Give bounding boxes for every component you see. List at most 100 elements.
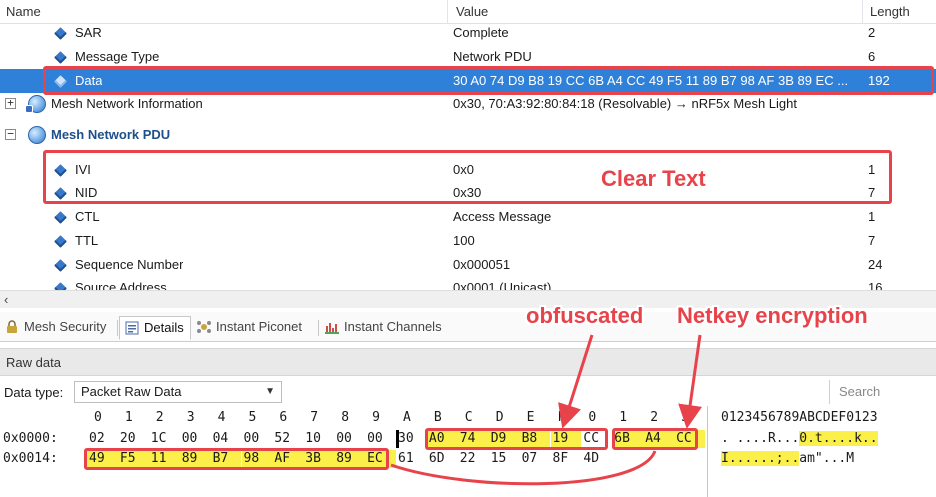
hex-byte[interactable]: 15 — [489, 450, 513, 468]
tree-row-mesh-network-pdu[interactable]: − Mesh Network PDU — [0, 123, 936, 147]
expand-icon[interactable]: + — [5, 97, 16, 109]
ascii-line: . ....R...0.t....k.. — [721, 430, 878, 448]
row-name: SAR — [75, 25, 102, 40]
hex-byte[interactable]: 1C — [149, 430, 173, 448]
tab-divider — [318, 320, 319, 336]
data-type-label: Data type: — [4, 385, 64, 400]
hex-column-header: 6 — [279, 410, 288, 425]
tab-label: Details — [144, 320, 184, 335]
row-value: 0x30, 70:A3:92:80:84:18 (Resolvable) → n… — [453, 96, 797, 111]
obfuscated-callout: obfuscated — [526, 303, 644, 328]
hex-byte[interactable]: 8F — [551, 450, 575, 468]
hex-column-header: D — [495, 410, 504, 425]
tab-instant-channels[interactable]: Instant Channels — [320, 316, 448, 340]
ascii-text: am"...M — [799, 451, 855, 466]
field-icon — [54, 282, 67, 290]
hex-column-header: 9 — [372, 410, 380, 425]
tree-row-source-address[interactable]: Source Address 0x0001 (Unicast) 16 — [0, 276, 936, 290]
data-type-select[interactable]: Packet Raw Data ▼ — [74, 381, 282, 403]
scroll-left-icon[interactable]: ‹ — [4, 291, 8, 309]
hex-byte[interactable]: 22 — [458, 450, 482, 468]
channels-chart-icon — [325, 323, 339, 334]
hex-column-header: 3 — [681, 410, 689, 425]
hex-column-header: 4 — [217, 410, 226, 425]
hex-byte[interactable]: 30 — [396, 430, 420, 448]
collapse-icon[interactable]: − — [5, 128, 16, 140]
field-icon — [54, 259, 67, 272]
hex-column-header: F — [557, 410, 566, 425]
search-input[interactable]: Search — [829, 380, 936, 404]
row-name: Mesh Network Information — [51, 96, 203, 111]
tab-label: Instant Piconet — [216, 319, 302, 334]
row-name: Sequence Number — [75, 257, 184, 272]
row-value: 0x000051 — [453, 257, 511, 272]
obfuscated-box — [425, 428, 608, 450]
ascii-column-header: 0123456789ABCDEF0123 — [721, 410, 878, 425]
padlock-icon — [7, 320, 17, 333]
row-length: 24 — [868, 257, 883, 272]
piconet-icon — [197, 321, 211, 333]
globe-lock-icon — [25, 95, 46, 113]
field-icon — [54, 211, 67, 224]
hex-column-header: 1 — [124, 410, 133, 425]
hex-byte[interactable]: 00 — [334, 430, 358, 448]
row-name: TTL — [75, 233, 99, 248]
hex-byte[interactable]: 10 — [303, 430, 327, 448]
tree-row-mesh-network-information[interactable]: + Mesh Network Information 0x30, 70:A3:9… — [0, 92, 936, 116]
row-value: 0x0001 (Unicast) — [453, 280, 552, 290]
hex-byte[interactable]: 61 — [396, 450, 420, 468]
lock-icon — [25, 105, 33, 113]
hex-byte[interactable]: 6D — [427, 450, 451, 468]
hex-column-header: 2 — [650, 410, 659, 425]
hex-byte[interactable]: 04 — [211, 430, 235, 448]
hex-column-header: A — [403, 410, 411, 425]
hex-column-header: E — [526, 410, 535, 425]
tree-row-sequence-number[interactable]: Sequence Number 0x000051 24 — [0, 253, 936, 277]
field-icon — [54, 235, 67, 248]
data-row-highlight-box — [43, 66, 934, 95]
globe-icon — [28, 126, 46, 144]
text-cursor — [396, 430, 399, 448]
row-name: CTL — [75, 209, 100, 224]
hex-column-header: 2 — [155, 410, 164, 425]
tab-divider — [117, 320, 118, 336]
hex-byte[interactable]: 00 — [242, 430, 266, 448]
hex-byte[interactable]: 00 — [180, 430, 204, 448]
hex-column-header: C — [464, 410, 473, 425]
row-name: Source Address — [75, 280, 167, 290]
field-icon — [54, 51, 67, 64]
row-value: 100 — [453, 233, 475, 248]
tree-row-sar[interactable]: SAR Complete 2 — [0, 21, 936, 45]
hex-byte[interactable]: 52 — [272, 430, 296, 448]
ascii-highlight: I......;.. — [721, 451, 800, 466]
row-value: Access Message — [453, 209, 552, 224]
tree-row-ttl[interactable]: TTL 100 7 — [0, 229, 936, 253]
netkey-callout: Netkey encryption — [677, 303, 868, 328]
hex-byte[interactable]: 4D — [581, 450, 605, 468]
hex-column-header: 0 — [588, 410, 597, 425]
details-icon — [125, 321, 139, 335]
netkey-head-box — [612, 428, 698, 450]
tab-instant-piconet[interactable]: Instant Piconet — [192, 316, 308, 340]
ascii-divider — [707, 406, 708, 497]
hex-column-header: 3 — [186, 410, 195, 425]
hex-byte[interactable]: 07 — [520, 450, 544, 468]
data-type-value: Packet Raw Data — [81, 384, 182, 399]
hex-column-header: 5 — [248, 410, 257, 425]
hex-byte[interactable]: 00 — [365, 430, 389, 448]
hex-byte[interactable]: 02 — [87, 430, 111, 448]
tree-row-ctl[interactable]: CTL Access Message 1 — [0, 205, 936, 229]
hex-column-header: 7 — [310, 410, 319, 425]
tab-mesh-security[interactable]: Mesh Security — [0, 316, 112, 340]
field-icon — [54, 27, 67, 40]
hex-column-header: 0 — [94, 410, 102, 425]
clear-text-callout: Clear Text — [601, 166, 706, 191]
hex-byte[interactable]: 20 — [118, 430, 142, 448]
row-name: Mesh Network PDU — [51, 127, 171, 142]
tab-details[interactable]: Details — [119, 316, 191, 340]
row-value: Complete — [453, 25, 509, 40]
row-length: 2 — [868, 25, 876, 40]
ascii-highlight: 0.t....k.. — [799, 431, 878, 446]
ascii-text: . ....R... — [721, 431, 800, 446]
ascii-line: I......;..am"...M — [721, 450, 854, 468]
